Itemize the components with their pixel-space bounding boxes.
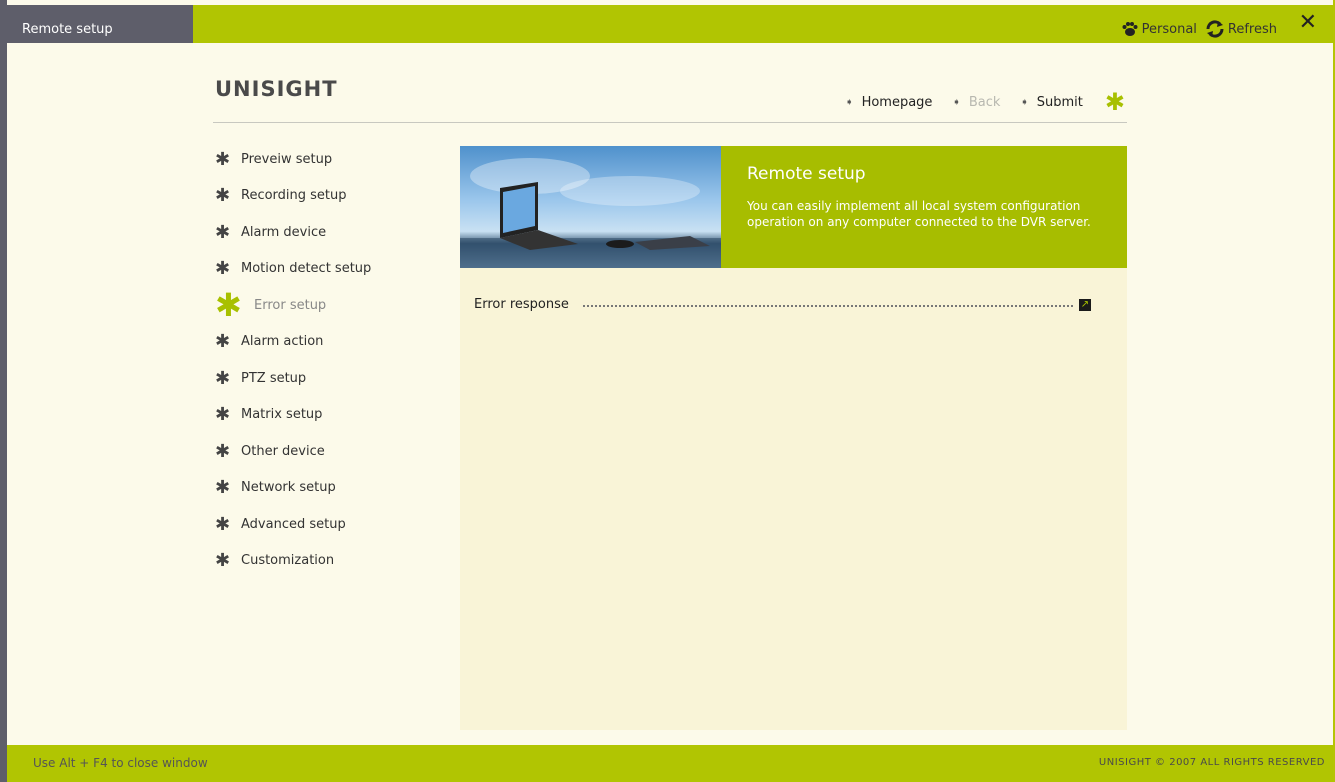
sidebar-item-label: Other device [241,443,325,459]
header-divider [213,122,1127,123]
arrow-right-icon: ➧ [952,96,961,108]
sidebar-item-label: Alarm device [241,224,327,240]
arrow-right-icon: ➧ [1020,96,1029,108]
sidebar-item-motion-detect-setup[interactable]: ✱ Motion detect setup [215,255,371,281]
homepage-link[interactable]: ➧ Homepage [845,95,932,110]
refresh-button[interactable]: Refresh [1205,20,1277,38]
star-icon: ✱ [215,286,242,324]
refresh-icon [1206,20,1224,38]
sidebar-item-alarm-action[interactable]: ✱ Alarm action [215,328,323,354]
personal-button[interactable]: Personal [1121,21,1197,37]
homepage-label: Homepage [861,94,933,110]
close-icon: ✕ [1298,10,1317,35]
star-icon: ✱ [215,367,231,389]
sidebar-item-label: Network setup [241,479,336,495]
star-icon: ✱ [215,330,231,352]
star-icon: ✱ [215,549,231,571]
window-frame-left [0,0,7,782]
dotted-leader [582,304,1073,307]
sidebar-item-customization[interactable]: ✱ Customization [215,547,334,573]
star-icon: ✱ [215,221,231,243]
star-icon: ✱ [215,440,231,462]
sidebar-item-alarm-device[interactable]: ✱ Alarm device [215,219,326,245]
sidebar-item-label: PTZ setup [241,370,307,386]
sidebar-item-label: Motion detect setup [241,260,372,276]
star-icon: ✱ [215,184,231,206]
arrow-right-icon: ➧ [845,96,854,108]
star-icon: ✱ [215,476,231,498]
banner-image [460,146,721,268]
sidebar-item-label: Customization [241,552,335,568]
banner-info: Remote setup You can easily implement al… [721,146,1127,268]
banner-description: You can easily implement all local syste… [747,199,1091,229]
brand-logo: UNISIGHT [215,77,338,101]
sidebar-item-error-setup[interactable]: ✱ Error setup [215,286,327,324]
sidebar-item-label: Advanced setup [241,516,346,532]
back-label: Back [968,94,1001,110]
window-title-tab: Remote setup [7,5,193,43]
close-button[interactable]: ✕ [1299,10,1317,35]
star-icon: ✱ [215,257,231,279]
close-hint: Use Alt + F4 to close window [33,756,208,770]
laptop-illustration [460,158,721,268]
star-icon: ✱ [215,403,231,425]
sidebar-item-network-setup[interactable]: ✱ Network setup [215,474,336,500]
star-icon: ✱ [215,513,231,535]
submit-link[interactable]: ➧ Submit [1020,95,1083,110]
sidebar-item-label: Alarm action [241,333,324,349]
submit-label: Submit [1036,94,1083,110]
sidebar-item-recording-setup[interactable]: ✱ Recording setup [215,182,347,208]
sidebar-item-other-device[interactable]: ✱ Other device [215,438,325,464]
sidebar-item-label: Preveiw setup [241,151,333,167]
personal-label: Personal [1141,21,1197,37]
copyright-text: UNISIGHT © 2007 ALL RIGHTS RESERVED [1098,757,1325,768]
star-icon: ✱ [215,148,231,170]
sidebar-item-label: Recording setup [241,187,347,203]
star-icon: ✱ [1104,88,1125,116]
edit-icon[interactable]: ↗ [1079,298,1091,311]
sidebar-item-label: Error setup [254,297,327,313]
window-title: Remote setup [22,22,113,37]
top-navigation: ➧ Homepage ➧ Back ➧ Submit ✱ [825,90,1125,114]
sidebar-item-label: Matrix setup [241,406,323,422]
back-link[interactable]: ➧ Back [952,95,1000,110]
error-response-label: Error response [474,297,569,312]
top-actions: Personal Refresh [1121,20,1277,38]
banner-title: Remote setup [747,164,866,184]
content-panel: Error response ↗ [460,268,1127,730]
sidebar-item-ptz-setup[interactable]: ✱ PTZ setup [215,365,306,391]
logo-text: UNISIGHT [215,77,338,101]
sidebar-item-advanced-setup[interactable]: ✱ Advanced setup [215,511,346,537]
refresh-label: Refresh [1227,21,1277,37]
sidebar-item-preview-setup[interactable]: ✱ Preveiw setup [215,146,332,172]
sidebar-item-matrix-setup[interactable]: ✱ Matrix setup [215,401,322,427]
paw-icon [1122,22,1138,36]
error-response-row[interactable]: Error response ↗ [474,297,1091,312]
